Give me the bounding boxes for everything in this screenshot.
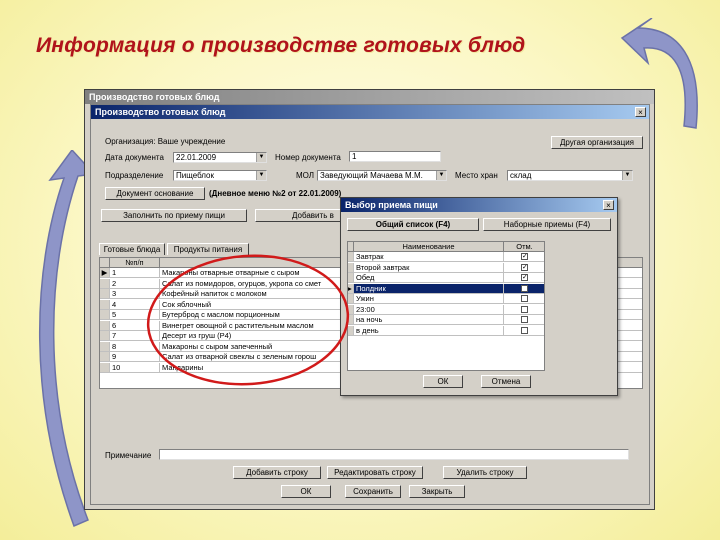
row-indicator <box>100 362 110 373</box>
meal-name-cell: Второй завтрак <box>354 262 504 273</box>
edit-row-button[interactable]: Редактировать строку <box>327 466 423 479</box>
tab-food-products[interactable]: Продукты питания <box>167 243 249 255</box>
meal-name-cell: Полдник <box>354 283 504 294</box>
doc-date-field[interactable]: 22.01.2009 ▼ <box>173 152 267 163</box>
row-indicator <box>100 310 110 320</box>
meal-dialog-title: Выбор приема пищи <box>341 198 617 212</box>
meal-ok-button[interactable]: ОК <box>423 375 463 388</box>
meal-set-button[interactable]: Наборные приемы (F4) <box>483 218 611 231</box>
storage-field[interactable]: склад ▼ <box>507 170 633 181</box>
delete-row-button[interactable]: Удалить строку <box>443 466 527 479</box>
meal-mark-cell <box>504 315 544 325</box>
fill-by-meal-button[interactable]: Заполнить по приему пищи <box>101 209 247 222</box>
meal-selection-dialog: Выбор приема пищи × Общий список (F4) На… <box>340 197 618 396</box>
checkbox[interactable] <box>521 305 528 313</box>
meal-mark-cell <box>504 326 544 336</box>
division-label: Подразделение <box>105 171 164 180</box>
row-indicator <box>100 289 110 299</box>
column-header-number[interactable]: №п/п <box>110 258 160 268</box>
chevron-down-icon[interactable]: ▼ <box>436 171 446 180</box>
mol-label: МОЛ <box>296 171 315 180</box>
production-window-title: Производство готовых блюд <box>91 105 649 119</box>
checkbox[interactable]: ✓ <box>521 263 528 271</box>
close-icon[interactable]: × <box>603 200 614 210</box>
column-header-name[interactable]: Наименование <box>354 242 504 252</box>
mol-field[interactable]: Заведующий Мачаева М.М. ▼ <box>317 170 447 181</box>
list-item[interactable]: Второй завтрак ✓ <box>348 262 544 273</box>
checkbox[interactable]: ✓ <box>521 253 528 260</box>
storage-label: Место хран <box>455 171 498 180</box>
basis-document-button[interactable]: Документ основание <box>105 187 205 200</box>
basis-document-text: (Дневное меню №2 от 22.01.2009) <box>209 189 342 198</box>
checkbox[interactable]: ✓ <box>521 274 528 281</box>
checkbox[interactable] <box>521 316 528 323</box>
outer-window-title: Производство готовых блюд <box>85 90 654 104</box>
list-item[interactable]: на ночь <box>348 315 544 325</box>
list-item[interactable]: 23:00 <box>348 304 544 315</box>
meal-mark-cell: ✓ <box>504 263 544 273</box>
column-header-mark[interactable]: Отм. <box>504 242 544 252</box>
row-indicator <box>100 299 110 310</box>
meal-name-cell: 23:00 <box>354 304 504 315</box>
doc-number-field[interactable]: 1 <box>349 151 441 162</box>
row-number-cell: 6 <box>110 320 160 331</box>
add-row-button[interactable]: Добавить строку <box>233 466 321 479</box>
meal-name-cell: в день <box>354 325 504 336</box>
row-number-cell: 9 <box>110 352 160 362</box>
list-item[interactable]: ▸ Полдник <box>348 283 544 294</box>
meal-name-cell: на ночь <box>354 315 504 325</box>
meal-mark-cell <box>504 305 544 315</box>
row-indicator <box>100 278 110 289</box>
close-button[interactable]: Закрыть <box>409 485 465 498</box>
add-button[interactable]: Добавить в <box>255 209 341 222</box>
slide-title: Информация о производстве готовых блюд <box>36 34 526 57</box>
list-item[interactable]: в день <box>348 325 544 336</box>
row-number-cell: 2 <box>110 278 160 289</box>
close-icon[interactable]: × <box>635 107 646 117</box>
row-number-cell: 10 <box>110 362 160 373</box>
meal-grid: Наименование Отм. Завтрак ✓ Второй завтрак… <box>347 241 545 371</box>
ok-button[interactable]: ОК <box>281 485 331 498</box>
meal-grid-header: Наименование Отм. <box>348 242 544 252</box>
meal-mark-cell <box>504 283 544 294</box>
row-indicator <box>100 352 110 362</box>
list-item[interactable]: Обед ✓ <box>348 273 544 283</box>
row-indicator <box>100 320 110 331</box>
row-number-cell: 7 <box>110 331 160 341</box>
meal-name-cell: Ужин <box>354 294 504 304</box>
doc-date-label: Дата документа <box>105 153 164 162</box>
tab-ready-dishes[interactable]: Готовые блюда <box>99 243 165 255</box>
note-label: Примечание <box>105 451 152 460</box>
meal-mark-cell: ✓ <box>504 252 544 262</box>
row-number-cell: 8 <box>110 341 160 352</box>
meal-mark-cell <box>504 294 544 304</box>
general-list-button[interactable]: Общий список (F4) <box>347 218 479 231</box>
chevron-down-icon[interactable]: ▼ <box>256 153 266 162</box>
row-number-cell: 1 <box>110 268 160 278</box>
list-item[interactable]: Ужин <box>348 294 544 304</box>
note-field[interactable] <box>159 449 629 460</box>
row-number-cell: 5 <box>110 310 160 320</box>
row-indicator <box>100 341 110 352</box>
doc-number-label: Номер документа <box>275 153 341 162</box>
other-organization-button[interactable]: Другая организация <box>551 136 643 149</box>
meal-mark-cell: ✓ <box>504 273 544 283</box>
meal-cancel-button[interactable]: Отмена <box>481 375 531 388</box>
save-button[interactable]: Сохранить <box>345 485 401 498</box>
row-number-cell: 4 <box>110 299 160 310</box>
checkbox[interactable] <box>521 295 528 302</box>
checkbox[interactable] <box>521 284 528 292</box>
row-indicator: ▶ <box>100 268 110 278</box>
row-number-cell: 3 <box>110 289 160 299</box>
organization-label: Организация: Ваше учреждение <box>105 137 226 146</box>
chevron-down-icon[interactable]: ▼ <box>256 171 266 180</box>
division-field[interactable]: Пищеблок ▼ <box>173 170 267 181</box>
row-indicator <box>100 331 110 341</box>
meal-name-cell: Обед <box>354 273 504 283</box>
chevron-down-icon[interactable]: ▼ <box>622 171 632 180</box>
checkbox[interactable] <box>521 326 528 334</box>
meal-name-cell: Завтрак <box>354 252 504 262</box>
list-item[interactable]: Завтрак ✓ <box>348 252 544 262</box>
